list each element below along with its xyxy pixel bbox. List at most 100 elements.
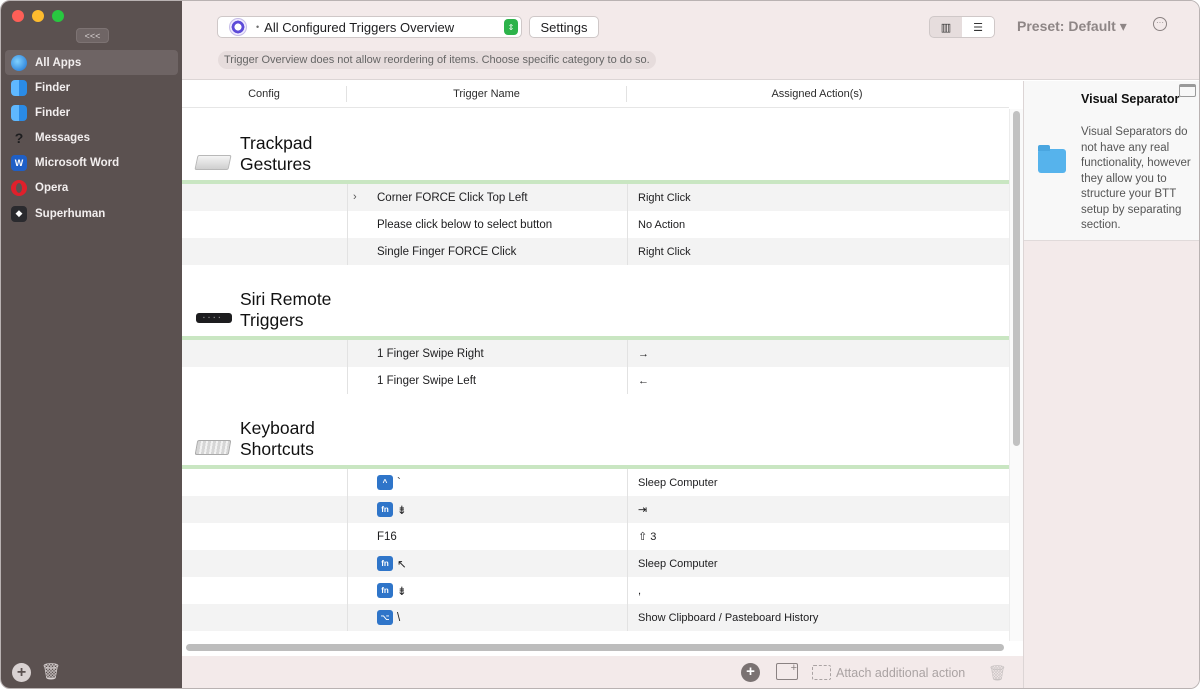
section-separator[interactable]: Keyboard Shortcuts bbox=[182, 394, 1009, 469]
superhuman-icon: ◆ bbox=[11, 205, 27, 222]
config-cell bbox=[182, 340, 347, 367]
chevron-right-icon[interactable]: › bbox=[353, 191, 357, 203]
close-window-button[interactable] bbox=[12, 10, 24, 22]
select-stepper-icon[interactable]: ⇕ bbox=[504, 19, 518, 35]
more-options-icon[interactable]: ··· bbox=[1153, 17, 1167, 31]
add-folder-button[interactable]: + bbox=[776, 663, 798, 680]
trackpad-icon bbox=[194, 155, 232, 170]
sidebar-item-label: Opera bbox=[35, 182, 69, 195]
trigger-name-cell: fn ⇟ bbox=[347, 496, 627, 523]
table-row[interactable]: › Corner FORCE Click Top Left Right Clic… bbox=[182, 184, 1009, 211]
panel-description: Visual Separators do not have any real f… bbox=[1081, 126, 1191, 231]
table-row[interactable]: fn ⇟ ⇥ bbox=[182, 496, 1009, 523]
panel-title: Visual Separator bbox=[1081, 92, 1180, 106]
config-cell bbox=[182, 469, 347, 496]
attach-action-button[interactable]: Attach additional action bbox=[812, 665, 965, 680]
btt-logo-icon bbox=[229, 18, 247, 36]
column-header-trigger-name[interactable]: Trigger Name bbox=[347, 86, 627, 102]
sidebar-item-label: Finder bbox=[35, 81, 71, 94]
sidebar-item-label: All Apps bbox=[35, 56, 82, 69]
sidebar-item-label: Messages bbox=[35, 132, 90, 145]
action-cell: Show Clipboard / Pasteboard History bbox=[627, 604, 1007, 631]
reorder-notice: Trigger Overview does not allow reorderi… bbox=[218, 51, 656, 69]
config-cell bbox=[182, 577, 347, 604]
trigger-type-select[interactable]: • All Configured Triggers Overview ⇕ bbox=[217, 16, 522, 38]
visual-separator-card[interactable]: Visual Separator Visual Separators do no… bbox=[1024, 81, 1199, 241]
table-row[interactable]: fn ↖ Sleep Computer bbox=[182, 550, 1009, 577]
fn-key-icon: fn bbox=[377, 583, 393, 598]
config-cell bbox=[182, 550, 347, 577]
delete-trigger-button[interactable]: 🗑 bbox=[988, 664, 1007, 682]
details-panel: Visual Separator Visual Separators do no… bbox=[1023, 81, 1199, 688]
trigger-name-cell: fn ⇟ bbox=[347, 577, 627, 604]
sidebar-item-microsoft-word[interactable]: W Microsoft Word bbox=[5, 151, 178, 176]
column-header-config[interactable]: Config bbox=[182, 86, 347, 102]
columns-view-icon[interactable]: ▥ bbox=[930, 17, 962, 37]
fn-key-icon: fn bbox=[377, 556, 393, 571]
column-header-assigned-actions[interactable]: Assigned Action(s) bbox=[627, 86, 1007, 102]
app-list: All Apps Finder Finder ? Messages W Micr… bbox=[5, 50, 182, 226]
delete-app-button[interactable]: 🗑 bbox=[41, 662, 61, 682]
collapse-sidebar-button[interactable]: <<< bbox=[76, 28, 109, 43]
finder-icon bbox=[11, 79, 27, 96]
table-row[interactable]: Please click below to select button No A… bbox=[182, 211, 1009, 238]
opera-icon bbox=[11, 180, 27, 197]
trigger-select-value: All Configured Triggers Overview bbox=[264, 19, 455, 35]
sidebar: <<< All Apps Finder Finder ? Messages W … bbox=[1, 1, 182, 688]
section-separator[interactable]: Trackpad Gestures bbox=[182, 109, 1009, 184]
zoom-window-button[interactable] bbox=[52, 10, 64, 22]
sidebar-item-messages[interactable]: ? Messages bbox=[5, 126, 178, 151]
table-row[interactable]: F16 ⇧ 3 bbox=[182, 523, 1009, 550]
config-cell bbox=[182, 367, 347, 394]
config-cell bbox=[182, 238, 347, 265]
attach-action-icon bbox=[812, 665, 831, 680]
folder-icon bbox=[1038, 145, 1066, 173]
horizontal-scrollbar[interactable] bbox=[186, 644, 1004, 651]
config-cell bbox=[182, 211, 347, 238]
minimize-window-button[interactable] bbox=[32, 10, 44, 22]
vertical-scrollbar[interactable] bbox=[1013, 111, 1020, 446]
table-row[interactable]: ⌥ \ Show Clipboard / Pasteboard History bbox=[182, 604, 1009, 631]
table-row[interactable]: ^ ` Sleep Computer bbox=[182, 469, 1009, 496]
action-cell: → bbox=[627, 340, 1007, 367]
action-cell: Sleep Computer bbox=[627, 469, 1007, 496]
action-cell: ⇥ bbox=[627, 496, 1007, 523]
settings-button[interactable]: Settings bbox=[529, 16, 599, 38]
action-cell: Right Click bbox=[627, 184, 1007, 211]
add-app-button[interactable]: + bbox=[12, 662, 31, 682]
config-cell bbox=[182, 523, 347, 550]
trigger-name-cell: F16 bbox=[347, 523, 627, 550]
section-separator[interactable]: Siri Remote Triggers bbox=[182, 265, 1009, 340]
keyboard-icon bbox=[194, 440, 232, 455]
trigger-name-cell: fn ↖ bbox=[347, 550, 627, 577]
word-icon: W bbox=[11, 155, 27, 172]
table-row[interactable]: 1 Finger Swipe Left ← bbox=[182, 367, 1009, 394]
view-mode-toggle[interactable]: ▥ ☰ bbox=[929, 16, 995, 38]
table-header: Config Trigger Name Assigned Action(s) bbox=[182, 81, 1009, 108]
section-title: Siri Remote Triggers bbox=[240, 289, 332, 330]
table-row[interactable]: 1 Finger Swipe Right → bbox=[182, 340, 1009, 367]
preset-selector[interactable]: Preset: Default ▾ bbox=[1017, 18, 1127, 35]
sidebar-item-all-apps[interactable]: All Apps bbox=[5, 50, 178, 75]
trigger-name-cell: ^ ` bbox=[347, 469, 627, 496]
section-title: Keyboard Shortcuts bbox=[240, 418, 315, 459]
list-view-icon[interactable]: ☰ bbox=[962, 17, 994, 37]
config-cell bbox=[182, 496, 347, 523]
trigger-name-cell: › Corner FORCE Click Top Left bbox=[347, 184, 627, 211]
table-row[interactable]: Single Finger FORCE Click Right Click bbox=[182, 238, 1009, 265]
trigger-name-cell: 1 Finger Swipe Right bbox=[347, 340, 627, 367]
finder-icon bbox=[11, 104, 27, 121]
control-key-icon: ^ bbox=[377, 475, 393, 490]
select-dot: • bbox=[256, 22, 260, 32]
sidebar-item-opera[interactable]: Opera bbox=[5, 176, 178, 201]
sidebar-item-label: Superhuman bbox=[35, 207, 106, 220]
sidebar-item-finder[interactable]: Finder bbox=[5, 75, 178, 100]
trigger-name-cell: ⌥ \ bbox=[347, 604, 627, 631]
table-body: Trackpad Gestures › Corner FORCE Click T… bbox=[182, 109, 1009, 631]
sidebar-item-finder-2[interactable]: Finder bbox=[5, 100, 178, 125]
toolbar: • All Configured Triggers Overview ⇕ Set… bbox=[182, 1, 1199, 80]
sidebar-item-superhuman[interactable]: ◆ Superhuman bbox=[5, 201, 178, 226]
table-row[interactable]: fn ⇟ , bbox=[182, 577, 1009, 604]
add-trigger-button[interactable]: + bbox=[741, 663, 760, 682]
action-cell: ⇧ 3 bbox=[627, 523, 1007, 550]
